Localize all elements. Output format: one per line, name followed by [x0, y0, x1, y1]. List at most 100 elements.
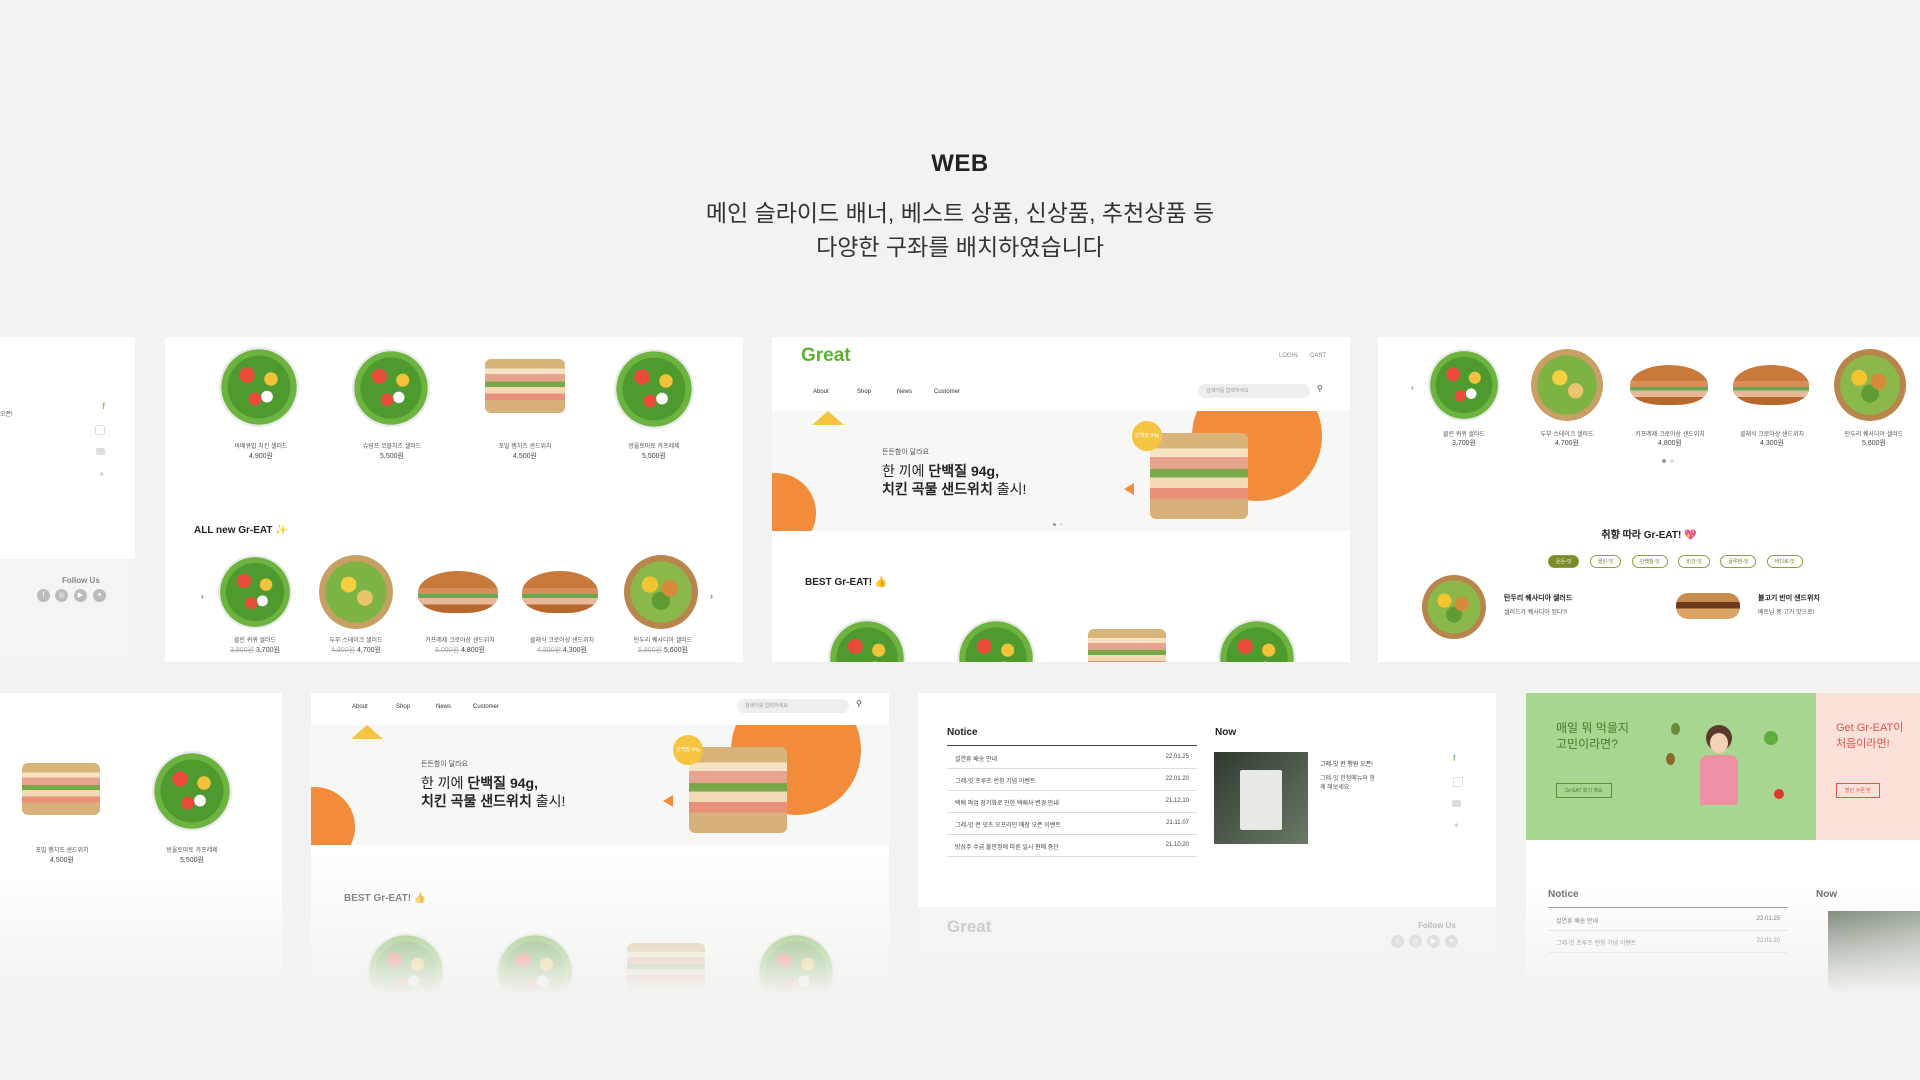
youtube-icon[interactable]	[96, 448, 105, 455]
twitter-icon[interactable]: ✦	[1453, 821, 1460, 830]
hero-banner[interactable]: 든든함이 달라요 한 끼에 단백질 94g, 치킨 곡물 샌드위치 출시! 단백…	[772, 411, 1350, 531]
facebook-icon[interactable]: f	[1453, 753, 1456, 763]
next-arrow-icon[interactable]: ›	[710, 591, 713, 601]
product-name[interactable]: 방울토마토 카프레제	[150, 845, 234, 854]
taste-item-image[interactable]	[1676, 593, 1740, 619]
login-link[interactable]: LOGIN	[1279, 353, 1298, 359]
taste-pill[interactable]: 든든-잇	[1548, 555, 1580, 568]
product-image[interactable]	[828, 619, 906, 662]
product-image[interactable]	[352, 349, 430, 427]
product-name[interactable]: 포밀 햄치즈 샌드위치	[20, 845, 104, 854]
search-input[interactable]: 검색어를 입력하세요	[1198, 384, 1310, 398]
product-image[interactable]	[496, 933, 574, 993]
instagram-icon[interactable]: ◎	[1409, 935, 1422, 948]
taste-pill[interactable]: 비건-잇	[1678, 555, 1710, 568]
promo-banner-green[interactable]: 매일 뭐 먹을지 고민이라면? Gr-EAT 회기 예요	[1526, 693, 1816, 840]
facebook-icon[interactable]: f	[102, 401, 105, 411]
nav-customer[interactable]: Customer	[934, 389, 960, 395]
product-name[interactable]: 클린 퀴퀴 샐러드	[215, 635, 295, 644]
taste-pill[interactable]: 글루텐-잇	[1720, 555, 1757, 568]
product-image[interactable]	[1088, 629, 1166, 662]
product-name[interactable]: 클래식 크로아상 샌드위치	[1730, 429, 1814, 438]
product-name[interactable]: 클린 퀴퀴 샐러드	[1424, 429, 1504, 438]
taste-pill[interactable]: 단백질-잇	[1631, 555, 1668, 568]
notice-row[interactable]: 설연휴 배송 안내 22.01.25	[947, 746, 1197, 769]
product-name[interactable]: 탄두리 퀘사디아 샐러드	[1832, 429, 1916, 438]
product-name[interactable]: 슈림프 코블치즈 샐러드	[352, 441, 432, 450]
nav-news[interactable]: News	[436, 704, 451, 710]
prev-arrow-icon[interactable]: ‹	[201, 591, 204, 601]
product-image[interactable]	[218, 555, 292, 629]
product-name[interactable]: 두부 스테이크 샐러드	[316, 635, 396, 644]
now-image[interactable]	[1214, 752, 1308, 844]
taste-item-name[interactable]: 불고기 반미 샌드위치	[1758, 593, 1820, 603]
youtube-icon[interactable]	[1452, 800, 1461, 807]
slide-dot[interactable]	[1662, 459, 1666, 463]
taste-pill[interactable]: 클린-잇	[1589, 555, 1622, 568]
taste-item-image[interactable]	[1422, 575, 1486, 639]
product-image[interactable]	[319, 555, 393, 629]
search-input[interactable]: 검색어를 입력하세요	[737, 699, 849, 713]
product-name[interactable]: 바베큐밥 치킨 샐러드	[221, 441, 301, 450]
nav-news[interactable]: News	[897, 389, 912, 395]
product-image[interactable]	[1218, 619, 1296, 662]
nav-about[interactable]: About	[813, 389, 829, 395]
nav-shop[interactable]: Shop	[396, 704, 410, 710]
product-name[interactable]: 클래식 크로아상 샌드위치	[520, 635, 604, 644]
taste-pill[interactable]: 바디로-잇	[1766, 555, 1803, 568]
product-image[interactable]	[1428, 349, 1500, 421]
promo-button[interactable]: Gr-EAT 회기 예요	[1556, 783, 1612, 798]
notice-row[interactable]: 설연휴 배송 안내 22.01.25	[1548, 908, 1788, 931]
product-name[interactable]: 카프레제 크로아상 샌드위치	[1628, 429, 1712, 438]
facebook-icon[interactable]: f	[1391, 935, 1404, 948]
now-image[interactable]	[1828, 911, 1920, 993]
twitter-icon[interactable]: ✦	[98, 470, 105, 479]
nav-shop[interactable]: Shop	[857, 389, 871, 395]
product-name[interactable]: 카프레제 크로아상 샌드위치	[418, 635, 502, 644]
product-image[interactable]	[1531, 349, 1603, 421]
slide-dot[interactable]	[1670, 459, 1674, 463]
product-image[interactable]	[614, 349, 694, 429]
nav-customer[interactable]: Customer	[473, 704, 499, 710]
now-title[interactable]: 그레-잇 런 행원 오픈!	[1320, 759, 1373, 768]
search-icon[interactable]: ⚲	[856, 699, 862, 708]
facebook-icon[interactable]: f	[37, 589, 50, 602]
product-image[interactable]	[485, 359, 565, 413]
instagram-icon[interactable]	[95, 425, 105, 435]
product-image[interactable]	[219, 347, 299, 427]
search-icon[interactable]: ⚲	[1317, 384, 1323, 393]
product-image[interactable]	[957, 619, 1035, 662]
product-image[interactable]	[624, 555, 698, 629]
notice-row[interactable]: 그레-잇 프루츠 런칭 기념 이벤트 22.01.20	[1548, 930, 1788, 953]
product-image[interactable]	[522, 571, 598, 613]
taste-item-name[interactable]: 탄두리 퀘사디아 샐러드	[1504, 593, 1572, 603]
coupon-button[interactable]: 할인 쿠폰 받	[1836, 783, 1880, 798]
slide-dot[interactable]	[1053, 523, 1056, 526]
product-image[interactable]	[367, 933, 445, 993]
product-image[interactable]	[152, 751, 232, 831]
product-image[interactable]	[1834, 349, 1906, 421]
prev-arrow-icon[interactable]: ‹	[1411, 383, 1414, 392]
instagram-icon[interactable]: ◎	[55, 589, 68, 602]
brand-logo[interactable]: Great	[801, 345, 851, 367]
product-image[interactable]	[22, 763, 100, 815]
youtube-icon[interactable]: ▶	[1427, 935, 1440, 948]
slide-dot[interactable]	[1060, 523, 1063, 526]
twitter-icon[interactable]: ✦	[1445, 935, 1458, 948]
twitter-icon[interactable]: ✦	[93, 589, 106, 602]
notice-row[interactable]: 방상주 수급 불안정에 따른 일시 판매 중단 21.10.20	[947, 834, 1197, 857]
product-image[interactable]	[1733, 365, 1809, 405]
hero-banner[interactable]: 든든함이 달라요 한 끼에 단백질 94g, 치킨 곡물 샌드위치 출시! 단백…	[311, 725, 889, 845]
product-image[interactable]	[627, 943, 705, 993]
cart-link[interactable]: CART	[1310, 353, 1326, 359]
notice-row[interactable]: 택배 파업 장기화로 인한 택배사 변경 안내 21.12.10	[947, 790, 1197, 813]
product-image[interactable]	[757, 933, 835, 993]
notice-row[interactable]: 그레-잇 프루츠 런칭 기념 이벤트 22.01.20	[947, 768, 1197, 791]
youtube-icon[interactable]: ▶	[74, 589, 87, 602]
promo-banner-pink[interactable]: Get Gr-EAT이 처음이라면! 할인 쿠폰 받	[1816, 693, 1920, 840]
footer-logo[interactable]: Great	[947, 917, 991, 937]
product-name[interactable]: 포밀 햄치즈 샌드위치	[485, 441, 565, 450]
product-image[interactable]	[418, 571, 498, 613]
instagram-icon[interactable]	[1453, 777, 1463, 787]
product-name[interactable]: 두부 스테이크 샐러드	[1526, 429, 1608, 438]
